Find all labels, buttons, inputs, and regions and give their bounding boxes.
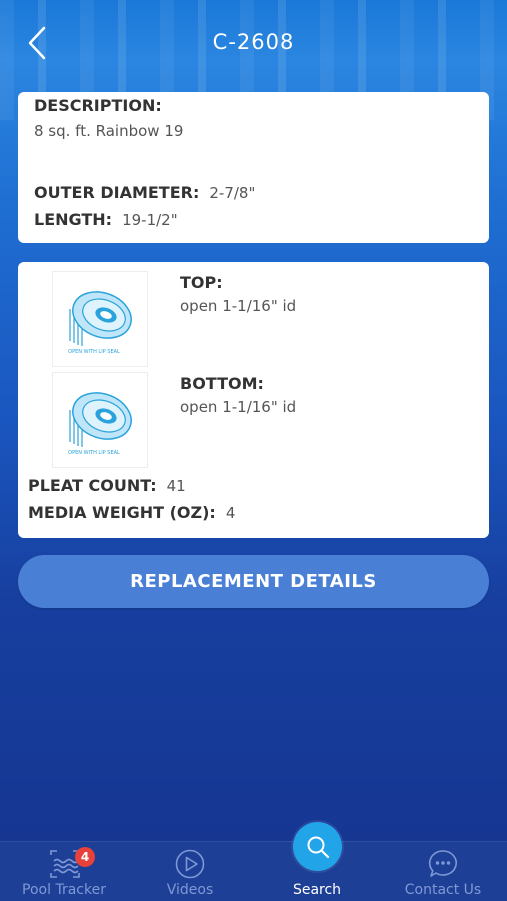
- length-label: LENGTH:: [34, 210, 113, 229]
- bottom-label: BOTTOM:: [180, 374, 264, 393]
- thumb-caption: OPEN WITH LIP SEAL: [68, 349, 120, 355]
- media-weight-value: 4: [225, 504, 236, 522]
- media-weight-row: MEDIA WEIGHT (OZ): 4: [28, 503, 235, 522]
- outer-diameter-row: OUTER DIAMETER: 2-7/8": [34, 183, 255, 202]
- top-value: open 1-1/16" id: [180, 297, 297, 315]
- tab-bar: 4 Pool Tracker Videos Search Contact Us: [0, 841, 507, 901]
- chevron-left-icon: [28, 26, 46, 60]
- description-value-row: 8 sq. ft. Rainbow 19: [34, 122, 183, 140]
- top-spec: TOP: open 1-1/16" id: [180, 273, 296, 315]
- tab-pool-tracker[interactable]: 4 Pool Tracker: [1, 842, 127, 901]
- search-icon: [307, 836, 329, 858]
- top-cap-image: OPEN WITH LIP SEAL: [52, 271, 148, 367]
- back-button[interactable]: [20, 26, 54, 60]
- description-value: 8 sq. ft. Rainbow 19: [34, 122, 184, 140]
- end-caps-card: OPEN WITH LIP SEAL OPEN WITH LIP SEAL TO…: [18, 262, 489, 538]
- page-title: C-2608: [212, 30, 295, 54]
- specs-card: DESCRIPTION: 8 sq. ft. Rainbow 19 OUTER …: [18, 92, 489, 243]
- description-label: DESCRIPTION:: [34, 96, 162, 115]
- description-row: DESCRIPTION:: [34, 96, 162, 115]
- top-label: TOP:: [180, 273, 223, 292]
- bottom-cap-image: OPEN WITH LIP SEAL: [52, 372, 148, 468]
- outer-diameter-value: 2-7/8": [209, 184, 256, 202]
- tab-label: Pool Tracker: [22, 882, 106, 898]
- thumb-caption: OPEN WITH LIP SEAL: [68, 450, 120, 456]
- length-row: LENGTH: 19-1/2": [34, 210, 178, 229]
- length-value: 19-1/2": [122, 211, 178, 229]
- tab-label: Contact Us: [404, 882, 482, 898]
- tab-label: Search: [292, 882, 342, 898]
- filter-cap-icon: OPEN WITH LIP SEAL: [68, 392, 132, 456]
- outer-diameter-label: OUTER DIAMETER:: [34, 183, 200, 202]
- media-weight-label: MEDIA WEIGHT (OZ):: [28, 503, 216, 522]
- pleat-count-row: PLEAT COUNT: 41: [28, 476, 186, 495]
- header: C-2608: [0, 0, 507, 86]
- tab-videos[interactable]: Videos: [127, 842, 253, 901]
- tab-contact-us[interactable]: Contact Us: [380, 842, 506, 901]
- pleat-count-label: PLEAT COUNT:: [28, 476, 157, 495]
- search-tab-button[interactable]: [293, 822, 342, 871]
- bottom-spec: BOTTOM: open 1-1/16" id: [180, 374, 296, 416]
- replacement-details-button[interactable]: REPLACEMENT DETAILS: [18, 555, 489, 608]
- pleat-count-value: 41: [166, 477, 186, 495]
- chat-bubble-icon: [428, 850, 457, 877]
- play-icon: [175, 849, 205, 879]
- bottom-value: open 1-1/16" id: [180, 398, 297, 416]
- tab-label: Videos: [166, 882, 214, 898]
- filter-cap-icon: OPEN WITH LIP SEAL: [68, 291, 132, 355]
- notification-badge: 4: [75, 847, 95, 867]
